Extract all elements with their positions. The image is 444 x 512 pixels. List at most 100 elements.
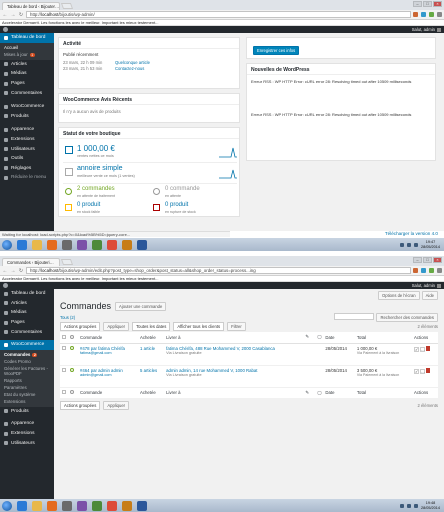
flag-icon[interactable] bbox=[399, 242, 404, 247]
browser-tab[interactable]: Tableau de bord ‹ Bijouter… bbox=[2, 2, 60, 10]
sidebar-item-woocommerce[interactable]: WooCommerce bbox=[0, 102, 54, 112]
admin-account-menu[interactable]: Salut, admin bbox=[412, 283, 441, 288]
low-stock-block[interactable]: 0 produit en stock faible bbox=[63, 201, 150, 216]
view-all-link[interactable]: Tous (2) bbox=[60, 315, 75, 320]
filter-button[interactable]: Filtrer bbox=[227, 322, 246, 331]
search-input[interactable] bbox=[334, 313, 375, 320]
sidebar-item-pages[interactable]: Pages bbox=[0, 79, 54, 89]
extension-icon[interactable] bbox=[429, 268, 434, 273]
admin-account-menu[interactable]: Salut, admin bbox=[412, 27, 441, 32]
word-icon[interactable] bbox=[137, 239, 147, 250]
submenu-item-orders[interactable]: Commandes 2 bbox=[0, 351, 54, 358]
save-draft-button[interactable]: Enregistrer ces infos bbox=[253, 46, 300, 55]
pdf-icon[interactable] bbox=[426, 367, 431, 373]
keyboard-icon[interactable] bbox=[62, 500, 72, 511]
forward-icon[interactable]: → bbox=[10, 268, 16, 274]
column-order[interactable]: Commande bbox=[78, 332, 138, 344]
sidebar-item-dashboard[interactable]: Tableau de bord bbox=[0, 33, 54, 43]
sidebar-item-dashboard[interactable]: Tableau de bord bbox=[0, 289, 54, 299]
add-order-button[interactable]: Ajouter une commande bbox=[115, 301, 167, 311]
complete-icon[interactable]: ✓ bbox=[414, 346, 420, 352]
system-clock[interactable]: 19:47 28/05/2014 bbox=[421, 240, 440, 249]
back-icon[interactable]: ← bbox=[2, 12, 8, 18]
bulk-actions-select[interactable]: Actions groupées bbox=[60, 322, 101, 331]
extension-icon[interactable] bbox=[413, 268, 418, 273]
network-icon[interactable] bbox=[406, 503, 411, 508]
network-icon[interactable] bbox=[406, 242, 411, 247]
help-button[interactable]: Aide bbox=[421, 291, 438, 300]
apply-button-bottom[interactable]: Appliquer bbox=[103, 401, 130, 410]
camera-icon[interactable] bbox=[92, 500, 102, 511]
minimize-icon[interactable]: – bbox=[413, 1, 422, 7]
collapse-menu-button[interactable]: Réduire le menu bbox=[0, 173, 54, 183]
sidebar-item-appearance[interactable]: Apparence bbox=[0, 419, 54, 429]
activity-post-link[interactable]: Contactez-nous bbox=[115, 66, 144, 71]
new-tab-button[interactable] bbox=[60, 259, 74, 265]
sidebar-item-posts[interactable]: Articles bbox=[0, 60, 54, 70]
close-icon[interactable]: × bbox=[433, 257, 442, 263]
reload-icon[interactable]: ↻ bbox=[18, 268, 24, 274]
select-all-checkbox[interactable] bbox=[62, 334, 66, 339]
column-total[interactable]: Total bbox=[354, 386, 413, 398]
menu-icon[interactable] bbox=[437, 268, 442, 273]
date-filter-select[interactable]: Toutes les dates bbox=[132, 322, 171, 331]
sidebar-item-products[interactable]: Produits bbox=[0, 407, 54, 417]
sidebar-item-settings[interactable]: Réglages bbox=[0, 164, 54, 174]
ie-icon[interactable] bbox=[17, 500, 27, 511]
processing-orders-block[interactable]: 2 commandes en attente de traitement bbox=[63, 185, 150, 201]
sidebar-item-media[interactable]: Médias bbox=[0, 69, 54, 79]
out-of-stock-block[interactable]: 0 produit en rupture de stock bbox=[151, 201, 237, 216]
browser-tab[interactable]: Commandes ‹ Bijouteri… bbox=[2, 258, 60, 266]
maximize-icon[interactable]: □ bbox=[423, 1, 432, 7]
chrome-icon[interactable] bbox=[107, 500, 117, 511]
keyboard-icon[interactable] bbox=[62, 239, 72, 250]
sidebar-item-users[interactable]: Utilisateurs bbox=[0, 144, 54, 154]
explorer-icon[interactable] bbox=[32, 500, 42, 511]
customer-filter-select[interactable]: Afficher tous les clients bbox=[173, 322, 225, 331]
top-seller-block[interactable]: annoire simple meilleure vente ce mois (… bbox=[63, 164, 237, 184]
submenu-item-system-status[interactable]: Etat du système bbox=[0, 391, 54, 398]
submenu-item-addons[interactable]: Extensions bbox=[0, 398, 54, 405]
start-button[interactable] bbox=[2, 239, 12, 250]
back-icon[interactable]: ← bbox=[2, 268, 8, 274]
sidebar-item-products[interactable]: Produits bbox=[0, 112, 54, 122]
column-date[interactable]: Date bbox=[323, 386, 355, 398]
version-update-link[interactable]: Télécharger la version 4.0 bbox=[385, 231, 438, 236]
column-total[interactable]: Total bbox=[354, 332, 413, 344]
sidebar-item-plugins[interactable]: Extensions bbox=[0, 135, 54, 145]
submenu-item-home[interactable]: Accueil bbox=[0, 44, 54, 51]
camera-icon[interactable] bbox=[92, 239, 102, 250]
volume-icon[interactable] bbox=[413, 242, 418, 247]
media-player-icon[interactable] bbox=[47, 500, 57, 511]
extension-icon[interactable] bbox=[421, 268, 426, 273]
flag-icon[interactable] bbox=[399, 503, 404, 508]
url-input[interactable]: http://localhost/bijoutis/wp-admin/ bbox=[26, 11, 411, 18]
sidebar-item-pages[interactable]: Pages bbox=[0, 318, 54, 328]
submenu-item-settings[interactable]: Paramètres bbox=[0, 384, 54, 391]
submenu-item-invoices[interactable]: Générer les Factures - WooPDF bbox=[0, 365, 54, 377]
search-orders-button[interactable]: Rechercher des commandes bbox=[376, 313, 438, 322]
column-order[interactable]: Commande bbox=[78, 386, 138, 398]
minimize-icon[interactable]: – bbox=[413, 257, 422, 263]
sidebar-item-comments[interactable]: Commentaires bbox=[0, 88, 54, 98]
menu-icon[interactable] bbox=[437, 12, 442, 17]
forward-icon[interactable]: → bbox=[10, 12, 16, 18]
net-sales-block[interactable]: 1 000,00 € ventes nettes ce mois bbox=[63, 143, 237, 163]
wordpress-logo-icon[interactable] bbox=[3, 27, 8, 32]
table-row[interactable]: #478 par fatima Chérifa fatima@gmail.com … bbox=[60, 343, 438, 366]
new-tab-button[interactable] bbox=[60, 3, 74, 9]
submenu-item-reports[interactable]: Rapports bbox=[0, 377, 54, 384]
media-center-icon[interactable] bbox=[122, 500, 132, 511]
submenu-item-updates[interactable]: Mises à jour 1 bbox=[0, 51, 54, 58]
row-checkbox[interactable] bbox=[62, 367, 66, 372]
reload-icon[interactable]: ↻ bbox=[18, 12, 24, 18]
complete-icon[interactable]: ✓ bbox=[414, 368, 420, 374]
media-player-icon[interactable] bbox=[47, 239, 57, 250]
volume-icon[interactable] bbox=[413, 503, 418, 508]
sidebar-item-appearance[interactable]: Apparence bbox=[0, 125, 54, 135]
ie-icon[interactable] bbox=[17, 239, 27, 250]
extension-icon[interactable] bbox=[421, 12, 426, 17]
sidebar-item-users[interactable]: Utilisateurs bbox=[0, 438, 54, 448]
on-hold-orders-block[interactable]: 0 commande en attente bbox=[151, 185, 237, 201]
table-row[interactable]: #464 par admin admin admin@gmail.com 5 ar… bbox=[60, 365, 438, 388]
